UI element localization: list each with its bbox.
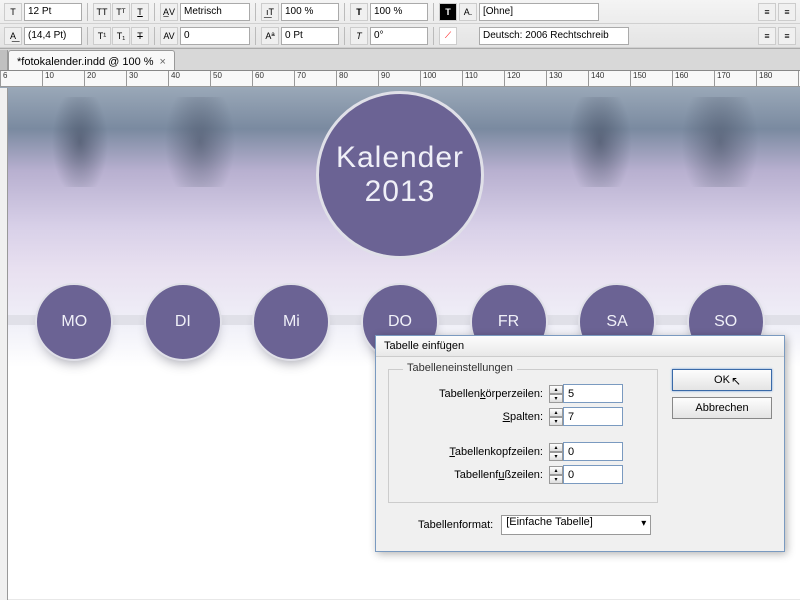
superscript-icon[interactable]: T¹ — [93, 27, 111, 45]
foot-rows-label: Tabellenfußzeilen: — [399, 469, 549, 481]
ruler-tick: 50 — [210, 71, 222, 87]
leading-icon[interactable]: A͟ — [4, 27, 22, 45]
head-rows-label: Tabellenkopfzeilen: — [399, 446, 549, 458]
document-tabbar: *fotokalender.indd @ 100 % × — [0, 49, 800, 71]
language-input[interactable] — [479, 27, 629, 45]
table-format-select[interactable]: [Einfache Tabelle] — [501, 515, 651, 535]
spin-up-icon[interactable]: ▴ — [549, 408, 563, 417]
spin-down-icon[interactable]: ▾ — [549, 394, 563, 403]
ruler-tick: 60 — [252, 71, 264, 87]
insert-table-dialog: Tabelle einfügen OK ↖ Abbrechen Tabellen… — [375, 335, 785, 552]
body-rows-label: Tabellenkörperzeilen: — [399, 388, 549, 400]
ruler-tick: 130 — [546, 71, 562, 87]
ruler-tick: 180 — [756, 71, 772, 87]
spin-up-icon[interactable]: ▴ — [549, 443, 563, 452]
ruler-tick: 80 — [336, 71, 348, 87]
skew-icon[interactable]: T — [350, 27, 368, 45]
format-label: Tabellenformat: — [418, 519, 493, 531]
spin-up-icon[interactable]: ▴ — [549, 466, 563, 475]
strikethrough-icon[interactable]: T — [131, 27, 149, 45]
tracking-icon[interactable]: AV — [160, 27, 178, 45]
ruler-tick: 70 — [294, 71, 306, 87]
skew-input[interactable] — [370, 27, 428, 45]
font-size-input[interactable] — [24, 3, 82, 21]
fill-icon[interactable]: T — [439, 3, 457, 21]
baseline-input[interactable] — [281, 27, 339, 45]
spin-down-icon[interactable]: ▾ — [549, 475, 563, 484]
toolbar-row-1: T TT Tᵀ T A̲V ı͟T T T A. ≡ ≡ — [0, 0, 800, 24]
vertical-ruler[interactable] — [0, 88, 8, 600]
character-toolbar: T TT Tᵀ T A̲V ı͟T T T A. ≡ ≡ A͟ T¹ T₁ T — [0, 0, 800, 49]
ruler-tick: 6 — [0, 71, 7, 87]
vscale-icon[interactable]: T — [350, 3, 368, 21]
tab-label: *fotokalender.indd @ 100 % — [17, 56, 154, 68]
dialog-title: Tabelle einfügen — [376, 336, 784, 357]
cursor-icon: ↖ — [731, 374, 741, 388]
horizontal-ruler[interactable]: 6 10 20 30 40 50 60 70 80 90 100 110 120 130 140 150 160… — [0, 71, 800, 87]
spin-down-icon[interactable]: ▾ — [549, 452, 563, 461]
all-caps-icon[interactable]: TT — [93, 3, 111, 21]
title-line1: Kalender — [336, 141, 464, 175]
ruler-tick: 100 — [420, 71, 436, 87]
title-line2: 2013 — [365, 175, 436, 209]
day-circle: DI — [144, 283, 222, 361]
fieldset-legend: Tabelleneinstellungen — [403, 362, 517, 374]
cols-label: Spalten: — [399, 411, 549, 423]
title-circle: Kalender 2013 — [316, 91, 484, 259]
none-swatch-icon[interactable]: ⟋ — [439, 27, 457, 45]
ruler-tick: 30 — [126, 71, 138, 87]
font-size-icon[interactable]: T — [4, 3, 22, 21]
head-rows-input[interactable] — [563, 442, 623, 461]
hscale-input[interactable] — [281, 3, 339, 21]
underline-icon[interactable]: T — [131, 3, 149, 21]
ruler-tick: 110 — [462, 71, 478, 87]
body-rows-input[interactable] — [563, 384, 623, 403]
ruler-tick: 90 — [378, 71, 390, 87]
subscript-icon[interactable]: T₁ — [112, 27, 130, 45]
ruler-tick: 160 — [672, 71, 688, 87]
day-circle: MO — [35, 283, 113, 361]
cancel-button[interactable]: Abbrechen — [672, 397, 772, 419]
hscale-icon[interactable]: ı͟T — [261, 3, 279, 21]
ruler-tick: 20 — [84, 71, 96, 87]
spin-up-icon[interactable]: ▴ — [549, 385, 563, 394]
ruler-tick: 150 — [630, 71, 646, 87]
foot-rows-input[interactable] — [563, 465, 623, 484]
toolbar-row-2: A͟ T¹ T₁ T AV Aª T ⟋ ≡ ≡ — [0, 24, 800, 48]
ruler-tick: 120 — [504, 71, 520, 87]
align-left-icon[interactable]: ≡ — [758, 3, 776, 21]
ruler-tick: 140 — [588, 71, 604, 87]
kerning-input[interactable] — [180, 3, 250, 21]
day-circle: Mi — [252, 283, 330, 361]
tracking-input[interactable] — [180, 27, 250, 45]
tab-close-icon[interactable]: × — [160, 56, 166, 68]
kerning-icon[interactable]: A̲V — [160, 3, 178, 21]
small-caps-icon[interactable]: Tᵀ — [112, 3, 130, 21]
document-tab[interactable]: *fotokalender.indd @ 100 % × — [8, 50, 175, 70]
leading-input[interactable] — [24, 27, 82, 45]
ok-button[interactable]: OK ↖ — [672, 369, 772, 391]
vscale-input[interactable] — [370, 3, 428, 21]
char-style-input[interactable] — [479, 3, 599, 21]
justify-center-icon[interactable]: ≡ — [778, 27, 796, 45]
justify-left-icon[interactable]: ≡ — [758, 27, 776, 45]
spin-down-icon[interactable]: ▾ — [549, 417, 563, 426]
char-style-icon[interactable]: A. — [459, 3, 477, 21]
ruler-tick: 40 — [168, 71, 180, 87]
cols-input[interactable] — [563, 407, 623, 426]
align-center-icon[interactable]: ≡ — [778, 3, 796, 21]
baseline-icon[interactable]: Aª — [261, 27, 279, 45]
ruler-tick: 10 — [42, 71, 54, 87]
ruler-tick: 170 — [714, 71, 730, 87]
